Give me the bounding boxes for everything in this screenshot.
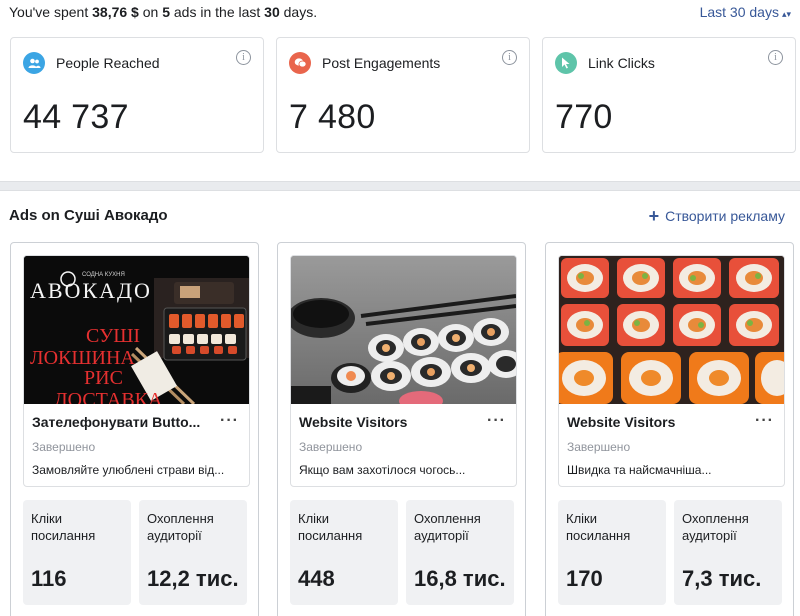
sort-arrows-icon: ▴▾ xyxy=(781,9,791,19)
people-icon xyxy=(23,52,45,74)
stat-link-clicks: Кліки посилання 170 xyxy=(558,500,666,605)
stat-value: 12,2 тис. xyxy=(147,566,239,591)
stat-value: 170 xyxy=(566,566,603,591)
ads-section-title: Ads on Суші Авокадо xyxy=(9,207,168,224)
ad-status: Завершено xyxy=(32,440,96,454)
stat-value: 116 xyxy=(31,566,67,591)
ad-image-line1: СУШІ xyxy=(86,325,140,347)
ad-image-brand: АВОКАДО xyxy=(30,278,152,303)
stat-reach: Охоплення аудиторії 7,3 тис. xyxy=(674,500,782,605)
ad-card[interactable]: АВОКАДО СОДНА КУХНЯ СУШІ ЛОКШИНА РИС ДОС… xyxy=(10,242,259,616)
more-options-icon[interactable]: ··· xyxy=(220,412,239,430)
ad-image-salmon-rolls xyxy=(559,256,784,404)
stat-label: Охоплення аудиторії xyxy=(414,511,481,543)
metric-card-people-reached: People Reached i 44 737 xyxy=(10,37,264,153)
ad-image-line3: РИС xyxy=(84,367,123,389)
info-icon[interactable]: i xyxy=(236,50,251,65)
stat-label: Кліки посилання xyxy=(566,511,631,543)
stat-reach: Охоплення аудиторії 12,2 тис. xyxy=(139,500,247,605)
metric-value: 770 xyxy=(555,98,613,136)
ad-name[interactable]: Website Visitors xyxy=(567,414,747,430)
ad-card[interactable]: Website Visitors ··· Завершено Швидка та… xyxy=(545,242,794,616)
stat-label: Кліки посилання xyxy=(298,511,363,543)
ad-status: Завершено xyxy=(299,440,363,454)
stat-label: Охоплення аудиторії xyxy=(147,511,214,543)
create-ad-button[interactable]: + Створити рекламу xyxy=(648,206,785,226)
stat-value: 448 xyxy=(298,566,335,591)
metric-label: People Reached xyxy=(56,55,160,71)
ad-name[interactable]: Website Visitors xyxy=(299,414,479,430)
section-divider xyxy=(0,181,800,191)
ad-description: Якщо вам захотілося чогось... xyxy=(299,463,466,477)
more-options-icon[interactable]: ··· xyxy=(487,412,506,430)
metric-value: 44 737 xyxy=(23,98,129,136)
plus-icon: + xyxy=(648,206,660,226)
ad-image-sushi-rolls-dark xyxy=(291,256,516,404)
ad-image-line4: ДОСТАВКА xyxy=(54,389,163,404)
chat-bubble-icon xyxy=(289,52,311,74)
metric-label: Link Clicks xyxy=(588,55,655,71)
metric-value: 7 480 xyxy=(289,98,376,136)
ad-image-tagline: СОДНА КУХНЯ xyxy=(82,272,125,278)
stat-link-clicks: Кліки посилання 116 xyxy=(23,500,131,605)
ad-card[interactable]: Website Visitors ··· Завершено Якщо вам … xyxy=(277,242,526,616)
stat-reach: Охоплення аудиторії 16,8 тис. xyxy=(406,500,514,605)
spend-summary: You've spent 38,76 $ on 5 ads in the las… xyxy=(9,4,791,22)
stat-value: 7,3 тис. xyxy=(682,566,762,591)
ad-preview[interactable]: Website Visitors ··· Завершено Якщо вам … xyxy=(290,255,517,487)
ad-name[interactable]: Зателефонувати Butto... xyxy=(32,414,212,430)
stat-label: Охоплення аудиторії xyxy=(682,511,749,543)
metric-card-post-engagements: Post Engagements i 7 480 xyxy=(276,37,530,153)
more-options-icon[interactable]: ··· xyxy=(755,412,774,430)
ad-image-avocado-promo: АВОКАДО СОДНА КУХНЯ СУШІ ЛОКШИНА РИС ДОС… xyxy=(24,256,249,404)
spend-text: You've spent 38,76 $ on 5 ads in the las… xyxy=(9,4,318,20)
metric-label: Post Engagements xyxy=(322,55,441,71)
info-icon[interactable]: i xyxy=(768,50,783,65)
stat-value: 16,8 тис. xyxy=(414,566,506,591)
ad-preview[interactable]: Website Visitors ··· Завершено Швидка та… xyxy=(558,255,785,487)
cursor-icon xyxy=(555,52,577,74)
stat-link-clicks: Кліки посилання 448 xyxy=(290,500,398,605)
ad-description: Швидка та найсмачніша... xyxy=(567,463,712,477)
date-range-dropdown[interactable]: Last 30 days ▴▾ xyxy=(700,4,791,20)
ad-status: Завершено xyxy=(567,440,631,454)
ad-preview[interactable]: АВОКАДО СОДНА КУХНЯ СУШІ ЛОКШИНА РИС ДОС… xyxy=(23,255,250,487)
metric-card-link-clicks: Link Clicks i 770 xyxy=(542,37,796,153)
ad-description: Замовляйте улюблені страви від... xyxy=(32,463,225,477)
info-icon[interactable]: i xyxy=(502,50,517,65)
stat-label: Кліки посилання xyxy=(31,511,96,543)
ad-image-line2: ЛОКШИНА xyxy=(30,347,135,369)
